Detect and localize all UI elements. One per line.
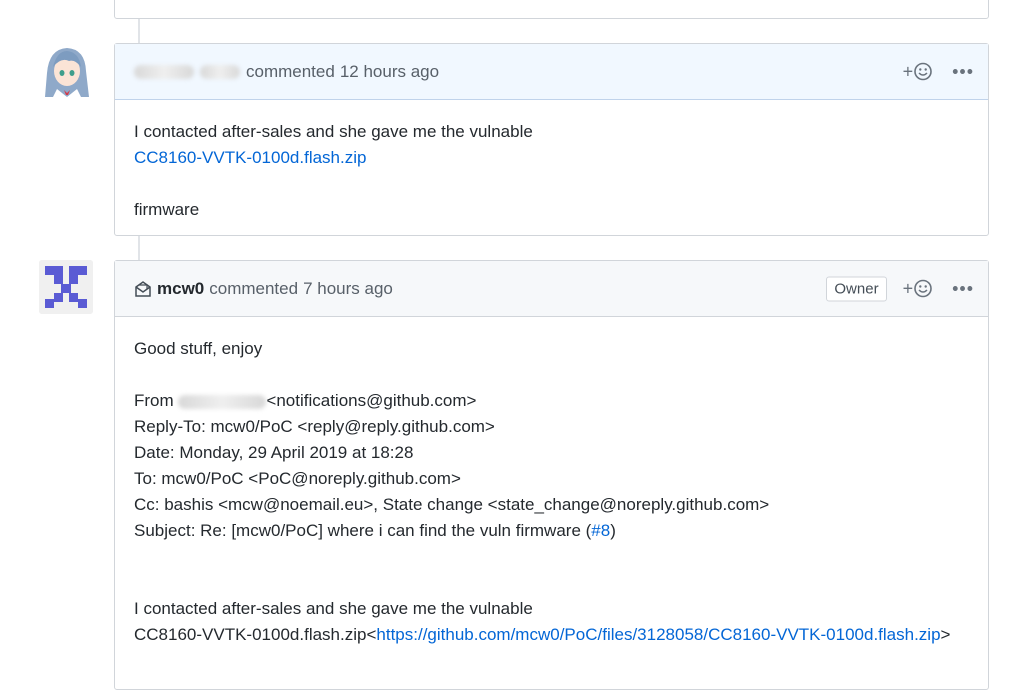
plus-icon: + [902,278,914,298]
quoted-bracket: < [366,625,377,644]
anime-avatar-image [39,43,93,97]
add-reaction-button[interactable]: + [903,61,933,82]
comment-body: I contacted after-sales and she gave me … [134,119,969,223]
comment-text: Good stuff, enjoy [134,339,263,358]
author-link[interactable]: mcw0 [157,279,204,299]
redacted-username [178,394,267,409]
comment-header: mcw0 commented 7 hours ago Owner + ••• [115,261,988,317]
timeline-line [138,236,140,260]
email-to-line: To: mcw0/PoC <PoC@noreply.github.com> [134,469,461,488]
email-subject-text: Subject: Re: [mcw0/PoC] where i can find… [134,521,592,540]
comment-box: commented 12 hours ago + ••• I contacted… [114,43,989,236]
comment-header: commented 12 hours ago + ••• [115,44,988,100]
comment-timestamp[interactable]: 12 hours ago [340,62,439,82]
comment-text: firmware [134,200,200,219]
comment-timestamp[interactable]: 7 hours ago [303,279,393,299]
comment-actions: Owner + ••• [826,276,974,301]
add-reaction-button[interactable]: + [903,278,933,299]
comment-actions: + ••• [903,61,974,82]
commenter-avatar[interactable] [39,43,93,97]
comment-body: Good stuff, enjoy From <notifications@gi… [134,336,969,648]
comment-action: commented [209,278,299,298]
email-subject-line: Subject: Re: [mcw0/PoC] where i can find… [134,518,969,544]
email-from-address: <notifications@github.com> [266,391,477,410]
previous-comment-box [114,0,989,19]
kebab-horizontal-icon[interactable]: ••• [952,280,974,298]
email-from-line: From <notifications@github.com> [134,388,969,414]
quoted-file-name: CC8160-VVTK-0100d.flash.zip [134,625,367,644]
comment-box: mcw0 commented 7 hours ago Owner + ••• G… [114,260,989,690]
email-from-label: From [134,391,174,410]
timeline-line [138,19,140,43]
mcw0-avatar[interactable] [39,260,93,314]
redacted-username [200,64,240,79]
smiley-icon [914,62,932,81]
email-subject-close: ) [610,521,616,540]
quoted-bracket: > [940,625,951,644]
redacted-username [134,64,194,79]
mail-read-icon [135,280,151,297]
comment-text: I contacted after-sales and she gave me … [134,122,533,141]
issue-link[interactable]: #8 [591,521,610,540]
quoted-text: I contacted after-sales and she gave me … [134,599,533,618]
email-date-line: Date: Monday, 29 April 2019 at 18:28 [134,443,414,462]
identicon-image [39,260,93,314]
attachment-url-link[interactable]: https://github.com/mcw0/PoC/files/312805… [376,625,940,644]
plus-icon: + [902,61,914,81]
kebab-horizontal-icon[interactable]: ••• [952,63,974,81]
attachment-link[interactable]: CC8160-VVTK-0100d.flash.zip [134,148,366,167]
email-reply-to-line: Reply-To: mcw0/PoC <reply@reply.github.c… [134,417,495,436]
smiley-icon [914,279,932,298]
comment-action: commented [246,61,335,81]
quoted-attachment-line: CC8160-VVTK-0100d.flash.zip<https://gith… [134,622,969,648]
owner-badge: Owner [826,276,887,301]
email-cc-line: Cc: bashis <mcw@noemail.eu>, State chang… [134,495,770,514]
